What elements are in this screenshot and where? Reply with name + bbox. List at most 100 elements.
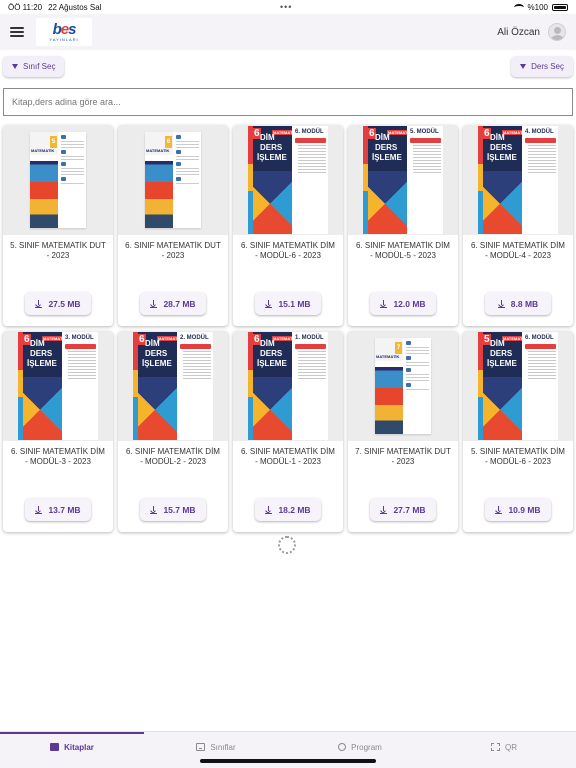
download-icon: [150, 505, 158, 514]
tab-qr[interactable]: QR: [432, 732, 576, 762]
download-button[interactable]: 27.7 MB: [370, 498, 436, 521]
book-title: 6. SINIF MATEMATİK DİM - MODÜL-6 - 2023: [241, 241, 335, 260]
search-input[interactable]: [3, 88, 573, 116]
tab-label: Sınıflar: [210, 742, 236, 752]
download-icon: [380, 299, 388, 308]
app-header: bes YAYINLARI Ali Özcan: [0, 14, 576, 50]
avatar[interactable]: [548, 23, 566, 41]
course-select-label: Ders Seç: [531, 62, 564, 71]
book-cover-image: 7 MATEMATİK: [375, 338, 431, 434]
book-cover-image: 5 MATEMATİK: [30, 132, 86, 228]
book-card[interactable]: 6 MATEMATİK DİMDERSİŞLEME 3. MODÜL 6. SI…: [3, 331, 113, 532]
tab-siniflar[interactable]: Sınıflar: [144, 732, 288, 762]
book-title: 6. SINIF MATEMATİK DİM - MODÜL-1 - 2023: [241, 447, 335, 466]
download-button[interactable]: 12.0 MB: [370, 292, 436, 315]
home-indicator[interactable]: [200, 759, 376, 763]
download-icon: [265, 299, 273, 308]
file-size: 15.1 MB: [278, 298, 311, 309]
user-name: Ali Özcan: [497, 26, 540, 38]
download-button[interactable]: 13.7 MB: [25, 498, 91, 521]
download-button[interactable]: 28.7 MB: [140, 292, 206, 315]
book-title: 7. SINIF MATEMATİK DUT - 2023: [355, 447, 451, 466]
file-size: 13.7 MB: [48, 504, 81, 515]
book-card[interactable]: 7 MATEMATİK 7. SINIF MATEMATİK DUT - 2023…: [348, 331, 458, 532]
status-time: ÖÖ 11:20: [8, 2, 43, 12]
qr-icon: [491, 743, 500, 751]
tab-program[interactable]: Program: [288, 732, 432, 762]
book-cover-image: 6 MATEMATİK DİMDERSİŞLEME 4. MODÜL: [478, 126, 558, 234]
download-icon: [265, 505, 273, 514]
filter-bar: Sınıf Seç Ders Seç: [0, 56, 576, 78]
book-cover-image: 6 MATEMATİK DİMDERSİŞLEME 1. MODÜL: [248, 332, 328, 440]
wifi-icon: [513, 3, 524, 11]
book-cover[interactable]: 5 MATEMATİK DİMDERSİŞLEME 6. MODÜL: [463, 331, 573, 441]
course-select-button[interactable]: Ders Seç: [511, 56, 573, 77]
book-cover[interactable]: 6 MATEMATİK DİMDERSİŞLEME 4. MODÜL: [463, 125, 573, 235]
book-card[interactable]: 6 MATEMATİK 6. SINIF MATEMATİK DUT - 2023…: [118, 125, 228, 326]
book-title: 5. SINIF MATEMATİK DİM - MODÜL-6 - 2023: [471, 447, 565, 466]
class-select-button[interactable]: Sınıf Seç: [3, 56, 65, 77]
download-button[interactable]: 27.5 MB: [25, 292, 91, 315]
filter-icon: [520, 64, 527, 69]
book-card[interactable]: 6 MATEMATİK DİMDERSİŞLEME 1. MODÜL 6. SI…: [233, 331, 343, 532]
file-size: 27.7 MB: [393, 504, 426, 515]
book-icon: [50, 743, 60, 751]
board-icon: [196, 743, 206, 751]
file-size: 8.8 MB: [510, 298, 539, 309]
book-card[interactable]: 6 MATEMATİK DİMDERSİŞLEME 4. MODÜL 6. SI…: [463, 125, 573, 326]
user-profile[interactable]: Ali Özcan: [497, 23, 566, 41]
book-cover-image: 6 MATEMATİK DİMDERSİŞLEME 2. MODÜL: [133, 332, 213, 440]
book-grid: 5 MATEMATİK 5. SINIF MATEMATİK DUT - 2023…: [3, 125, 573, 532]
file-size: 10.9 MB: [508, 504, 541, 515]
tab-kitaplar[interactable]: Kitaplar: [0, 732, 144, 762]
download-icon: [35, 505, 43, 514]
file-size: 15.7 MB: [163, 504, 196, 515]
book-cover[interactable]: 6 MATEMATİK: [118, 125, 228, 235]
book-title: 6. SINIF MATEMATİK DİM - MODÜL-5 - 2023: [356, 241, 450, 260]
download-icon: [150, 299, 158, 308]
download-icon: [35, 299, 43, 308]
download-button[interactable]: 10.9 MB: [485, 498, 551, 521]
program-icon: [338, 743, 347, 751]
book-card[interactable]: 6 MATEMATİK DİMDERSİŞLEME 5. MODÜL 6. SI…: [348, 125, 458, 326]
tab-label: QR: [505, 742, 517, 752]
download-icon: [380, 505, 388, 514]
loading-spinner-icon: [278, 536, 296, 554]
filter-icon: [12, 64, 18, 69]
download-button[interactable]: 15.1 MB: [255, 292, 321, 315]
hamburger-menu-icon[interactable]: [10, 27, 24, 37]
book-title: 5. SINIF MATEMATİK DUT - 2023: [10, 241, 106, 260]
book-cover[interactable]: 6 MATEMATİK DİMDERSİŞLEME 1. MODÜL: [233, 331, 343, 441]
status-date: 22 Ağustos Sal: [48, 2, 102, 12]
download-button[interactable]: 18.2 MB: [255, 498, 321, 521]
battery-percent: %100: [527, 2, 548, 12]
download-button[interactable]: 8.8 MB: [485, 292, 551, 315]
download-icon: [495, 505, 503, 514]
download-button[interactable]: 15.7 MB: [140, 498, 206, 521]
book-cover[interactable]: 6 MATEMATİK DİMDERSİŞLEME 6. MODÜL: [233, 125, 343, 235]
tab-label: Kitaplar: [64, 742, 94, 752]
multitask-dots-icon[interactable]: •••: [280, 2, 292, 12]
book-cover[interactable]: 6 MATEMATİK DİMDERSİŞLEME 5. MODÜL: [348, 125, 458, 235]
book-cover-image: 6 MATEMATİK DİMDERSİŞLEME 3. MODÜL: [18, 332, 98, 440]
book-card[interactable]: 5 MATEMATİK 5. SINIF MATEMATİK DUT - 2023…: [3, 125, 113, 326]
book-cover-image: 6 MATEMATİK DİMDERSİŞLEME 6. MODÜL: [248, 126, 328, 234]
book-title: 6. SINIF MATEMATİK DİM - MODÜL-3 - 2023: [11, 447, 105, 466]
book-cover[interactable]: 5 MATEMATİK: [3, 125, 113, 235]
book-card[interactable]: 6 MATEMATİK DİMDERSİŞLEME 2. MODÜL 6. SI…: [118, 331, 228, 532]
file-size: 12.0 MB: [393, 298, 426, 309]
book-title: 6. SINIF MATEMATİK DUT - 2023: [125, 241, 221, 260]
book-title: 6. SINIF MATEMATİK DİM - MODÜL-2 - 2023: [126, 447, 220, 466]
tab-label: Program: [351, 742, 382, 752]
brand-logo: bes YAYINLARI: [36, 18, 92, 46]
file-size: 18.2 MB: [278, 504, 311, 515]
book-cover[interactable]: 6 MATEMATİK DİMDERSİŞLEME 3. MODÜL: [3, 331, 113, 441]
file-size: 28.7 MB: [163, 298, 196, 309]
book-card[interactable]: 6 MATEMATİK DİMDERSİŞLEME 6. MODÜL 6. SI…: [233, 125, 343, 326]
battery-icon: [552, 3, 568, 11]
book-cover-image: 6 MATEMATİK DİMDERSİŞLEME 5. MODÜL: [363, 126, 443, 234]
book-cover[interactable]: 7 MATEMATİK: [348, 331, 458, 441]
book-card[interactable]: 5 MATEMATİK DİMDERSİŞLEME 6. MODÜL 5. SI…: [463, 331, 573, 532]
file-size: 27.5 MB: [48, 298, 81, 309]
book-cover[interactable]: 6 MATEMATİK DİMDERSİŞLEME 2. MODÜL: [118, 331, 228, 441]
